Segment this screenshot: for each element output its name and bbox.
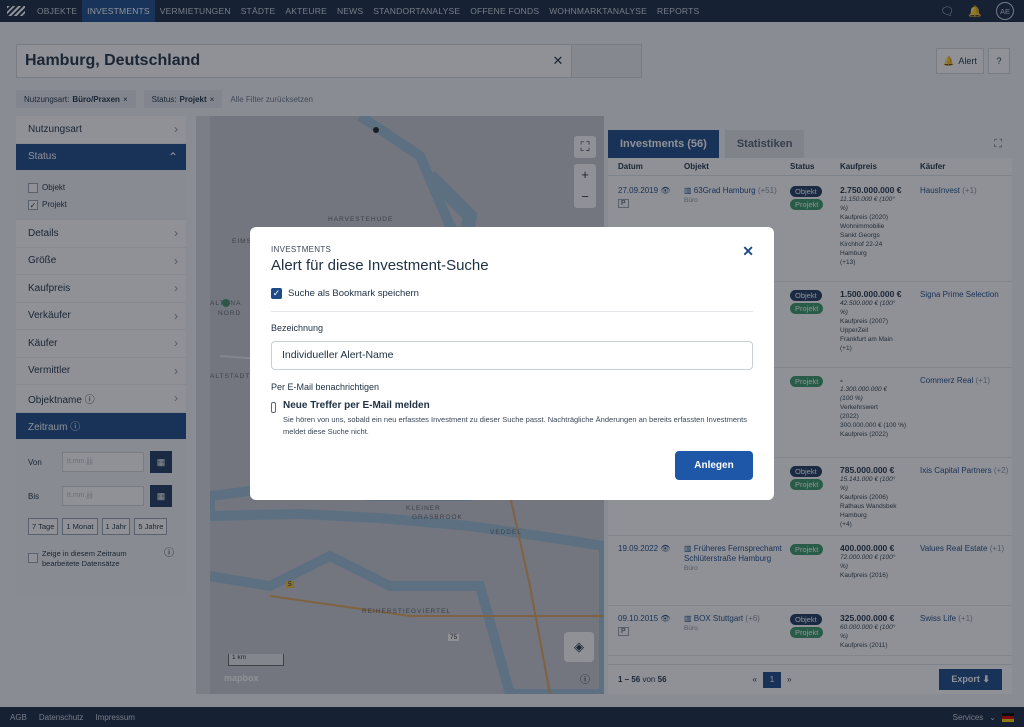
- checkbox[interactable]: [271, 402, 276, 413]
- modal-eyebrow: INVESTMENTS: [271, 245, 332, 254]
- alert-name-input[interactable]: Individueller Alert-Name: [271, 341, 753, 370]
- email-help-text: Sie hören von uns, sobald ein neu erfass…: [283, 415, 748, 436]
- create-alert-button[interactable]: Anlegen: [675, 451, 753, 480]
- checkbox-checked[interactable]: ✓: [271, 288, 282, 299]
- bookmark-checkbox[interactable]: ✓ Suche als Bookmark speichern: [271, 288, 753, 299]
- name-field-label: Bezeichnung: [271, 323, 324, 333]
- email-notify-checkbox[interactable]: Neue Treffer per E-Mail melden Sie hören…: [271, 400, 753, 438]
- alert-modal: INVESTMENTS Alert für diese Investment-S…: [250, 227, 774, 500]
- close-icon[interactable]: ✕: [742, 243, 754, 260]
- email-option-label: Neue Treffer per E-Mail melden: [283, 400, 430, 411]
- bookmark-label: Suche als Bookmark speichern: [288, 288, 419, 299]
- modal-title: Alert für diese Investment-Suche: [271, 257, 489, 274]
- email-section-label: Per E-Mail benachrichtigen: [271, 382, 380, 392]
- divider: [271, 311, 753, 312]
